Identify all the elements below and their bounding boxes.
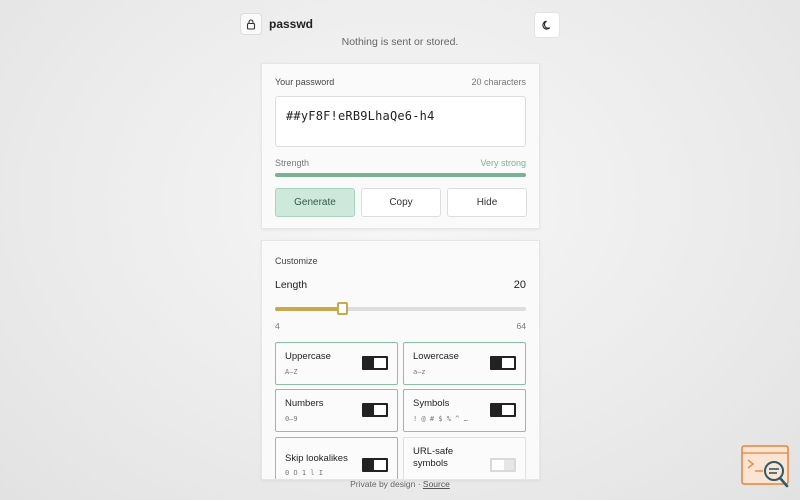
uppercase-toggle[interactable] (362, 356, 388, 370)
option-sub: 0–9 (285, 415, 298, 423)
option-sub: ! @ # $ % ^ … (413, 415, 468, 423)
length-value: 20 (513, 279, 526, 291)
strength-value: Very strong (480, 158, 526, 168)
footer-text: Private by design · (350, 479, 423, 489)
skip-lookalikes-toggle[interactable] (362, 458, 388, 472)
option-sub: A–Z (285, 368, 298, 376)
theme-toggle-button[interactable] (534, 12, 560, 38)
option-label: URL-safe symbols (413, 446, 454, 469)
option-symbols[interactable]: Symbols ! @ # $ % ^ … (403, 389, 526, 432)
copy-button[interactable]: Copy (361, 188, 441, 217)
strength-label: Strength (275, 158, 310, 168)
moon-icon (541, 20, 550, 30)
length-max: 64 (516, 321, 526, 331)
customize-card: Customize Length 20 4 64 Uppercase A–Z L… (261, 240, 540, 480)
length-slider[interactable] (275, 302, 526, 315)
symbols-toggle[interactable] (490, 403, 516, 417)
lock-icon (240, 13, 262, 35)
length-min: 4 (275, 321, 280, 331)
password-value: ##yF8F!eRB9LhaQe6-h4 (286, 109, 435, 123)
option-label: Uppercase (285, 351, 331, 362)
option-url-safe[interactable]: URL-safe symbols (403, 437, 526, 479)
hide-button[interactable]: Hide (447, 188, 527, 217)
lowercase-toggle[interactable] (490, 356, 516, 370)
feedback-widget-icon[interactable] (741, 445, 791, 489)
password-card: Your password 20 characters ##yF8F!eRB9L… (261, 63, 540, 229)
option-label: Lowercase (413, 351, 459, 362)
option-numbers[interactable]: Numbers 0–9 (275, 389, 398, 432)
customize-section-label: Customize (275, 256, 318, 266)
option-uppercase[interactable]: Uppercase A–Z (275, 342, 398, 385)
option-label: Skip lookalikes (285, 453, 348, 464)
option-sub: 0 O 1 l I (285, 469, 323, 477)
length-label: Length (275, 279, 308, 291)
option-sub: a–z (413, 368, 426, 376)
option-label: Symbols (413, 398, 450, 409)
char-count: 20 characters (471, 77, 526, 87)
password-section-label: Your password (275, 77, 335, 87)
length-slider-fill (275, 307, 342, 311)
password-output[interactable]: ##yF8F!eRB9LhaQe6-h4 (275, 96, 526, 147)
footer: Private by design · Source (0, 479, 800, 489)
option-lowercase[interactable]: Lowercase a–z (403, 342, 526, 385)
length-slider-thumb[interactable] (336, 302, 348, 315)
strength-meter (275, 173, 526, 177)
generate-button[interactable]: Generate (275, 188, 355, 217)
source-link[interactable]: Source (423, 479, 450, 489)
numbers-toggle[interactable] (362, 403, 388, 417)
app-header: passwd (240, 12, 560, 38)
url-safe-toggle[interactable] (490, 458, 516, 472)
tagline: Nothing is sent or stored. (341, 36, 459, 48)
option-label: Numbers (285, 398, 324, 409)
option-skip-lookalikes[interactable]: Skip lookalikes 0 O 1 l I (275, 437, 398, 479)
app-title: passwd (269, 17, 314, 31)
